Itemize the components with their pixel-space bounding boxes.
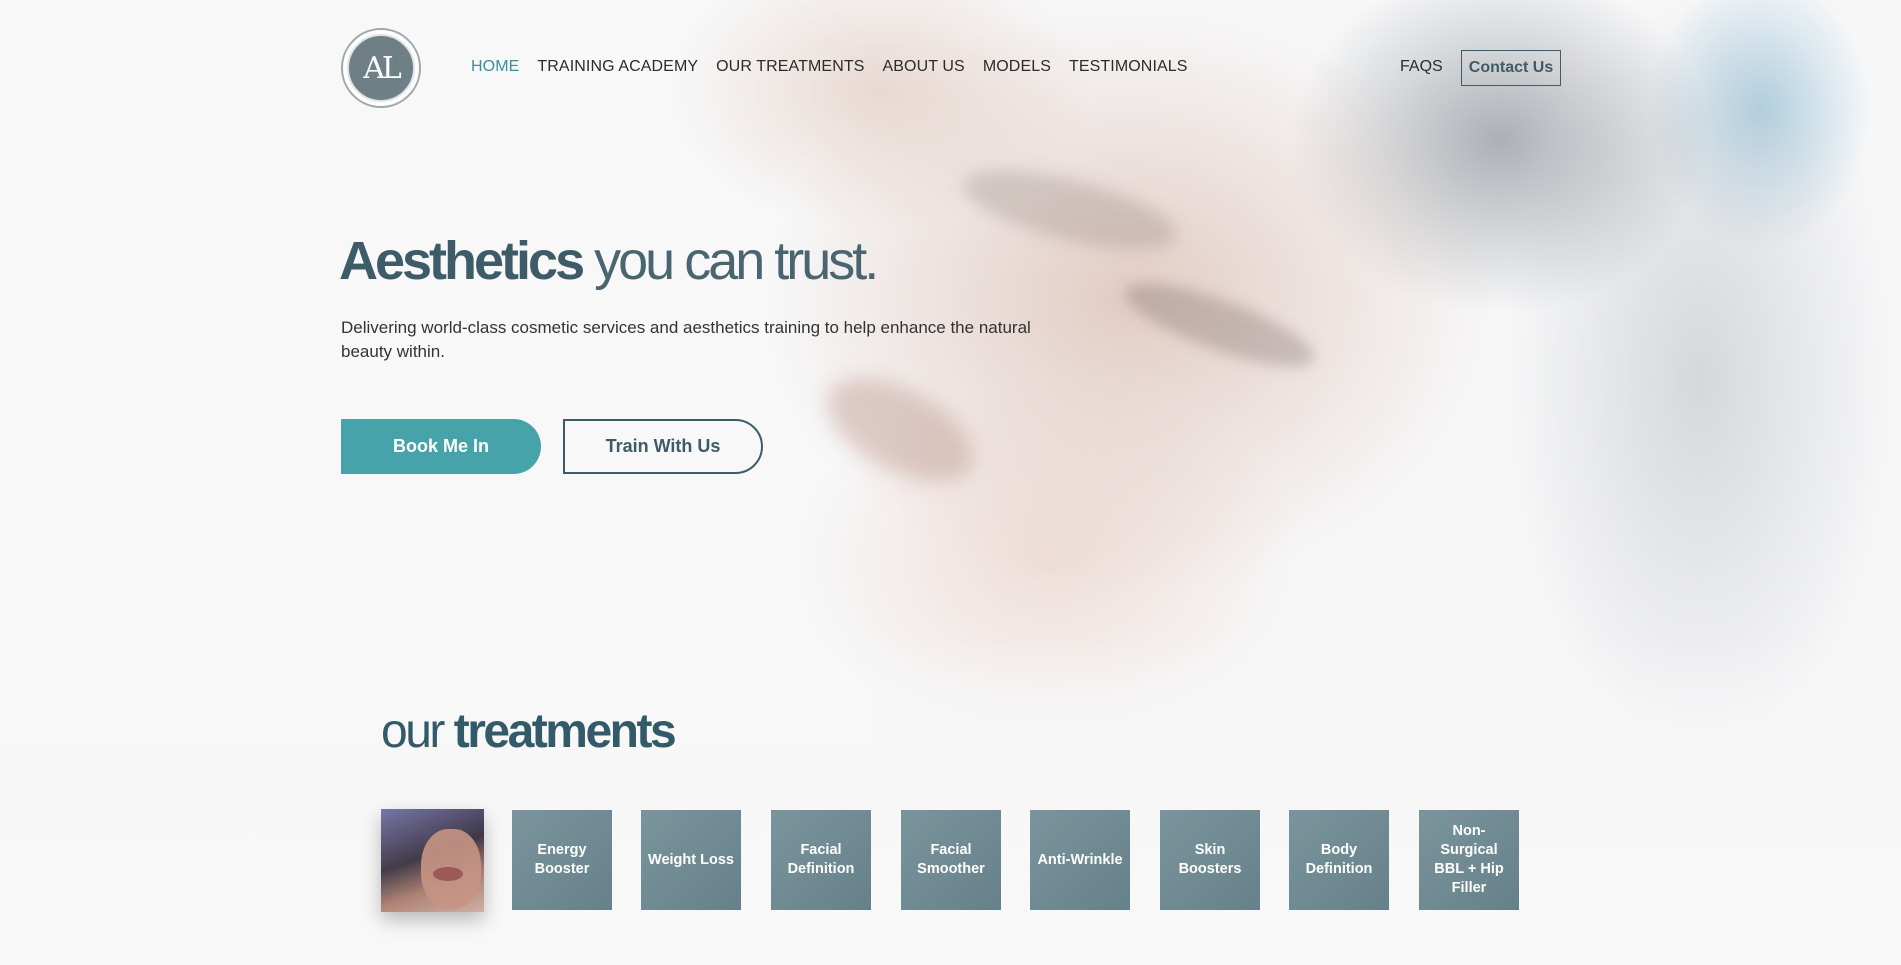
treatments-title-strong: treatments <box>453 705 677 758</box>
nav-our-treatments[interactable]: OUR TREATMENTS <box>716 58 864 76</box>
hero-title-light: you can trust. <box>594 231 879 291</box>
nav-home[interactable]: HOME <box>471 58 519 76</box>
treatment-tile-body-definition[interactable]: Body Definition <box>1289 810 1389 910</box>
treatment-tile-label: Weight Loss <box>648 851 734 868</box>
nav-faqs[interactable]: FAQS <box>1400 58 1443 76</box>
treatment-tile-featured[interactable] <box>381 809 484 912</box>
logo-mark: AL <box>347 34 415 102</box>
train-with-us-button[interactable]: Train With Us <box>563 419 763 474</box>
treatment-tile-weight-loss[interactable]: Weight Loss <box>641 810 741 910</box>
treatment-tile-facial-smoother[interactable]: Facial Smoother <box>901 810 1001 910</box>
treatment-tile-label: Body Definition <box>1305 842 1373 877</box>
contact-us-button[interactable]: Contact Us <box>1461 50 1561 86</box>
treatment-tile-label: Anti-Wrinkle <box>1037 851 1123 868</box>
main-nav: HOME TRAINING ACADEMY OUR TREATMENTS ABO… <box>471 58 1206 76</box>
book-me-in-button[interactable]: Book Me In <box>341 419 541 474</box>
treatment-tile-label: Facial Smoother <box>917 842 985 877</box>
nav-about-us[interactable]: ABOUT US <box>883 58 965 76</box>
treatments-title-light: our <box>381 705 445 758</box>
treatment-tile-label: Energy Booster <box>534 842 590 877</box>
treatment-tile-facial-definition[interactable]: Facial Definition <box>771 810 871 910</box>
nav-training-academy[interactable]: TRAINING ACADEMY <box>537 58 698 76</box>
nav-testimonials[interactable]: TESTIMONIALS <box>1069 58 1188 76</box>
nav-models[interactable]: MODELS <box>983 58 1051 76</box>
site-header: AL HOME TRAINING ACADEMY OUR TREATMENTS … <box>0 0 1901 140</box>
treatments-title: our treatments <box>381 700 677 764</box>
treatment-tile-anti-wrinkle[interactable]: Anti-Wrinkle <box>1030 810 1130 910</box>
hero-subtitle: Delivering world-class cosmetic services… <box>341 318 1031 361</box>
logo[interactable]: AL <box>341 28 421 108</box>
treatment-tile-label: Facial Definition <box>787 842 855 877</box>
hero-title: Aesthetics you can trust. <box>339 226 879 296</box>
treatment-tile-energy-booster[interactable]: Energy Booster <box>512 810 612 910</box>
treatment-tile-non-surgical-bbl[interactable]: Non-Surgical BBL + Hip Filler <box>1419 810 1519 910</box>
treatment-tile-label: Non-Surgical BBL + Hip Filler <box>1434 823 1504 896</box>
treatment-tile-label: Skin Boosters <box>1178 842 1242 877</box>
hero-title-strong: Aesthetics <box>339 231 585 291</box>
treatment-tile-skin-boosters[interactable]: Skin Boosters <box>1160 810 1260 910</box>
treatment-photo-lips <box>433 867 463 881</box>
